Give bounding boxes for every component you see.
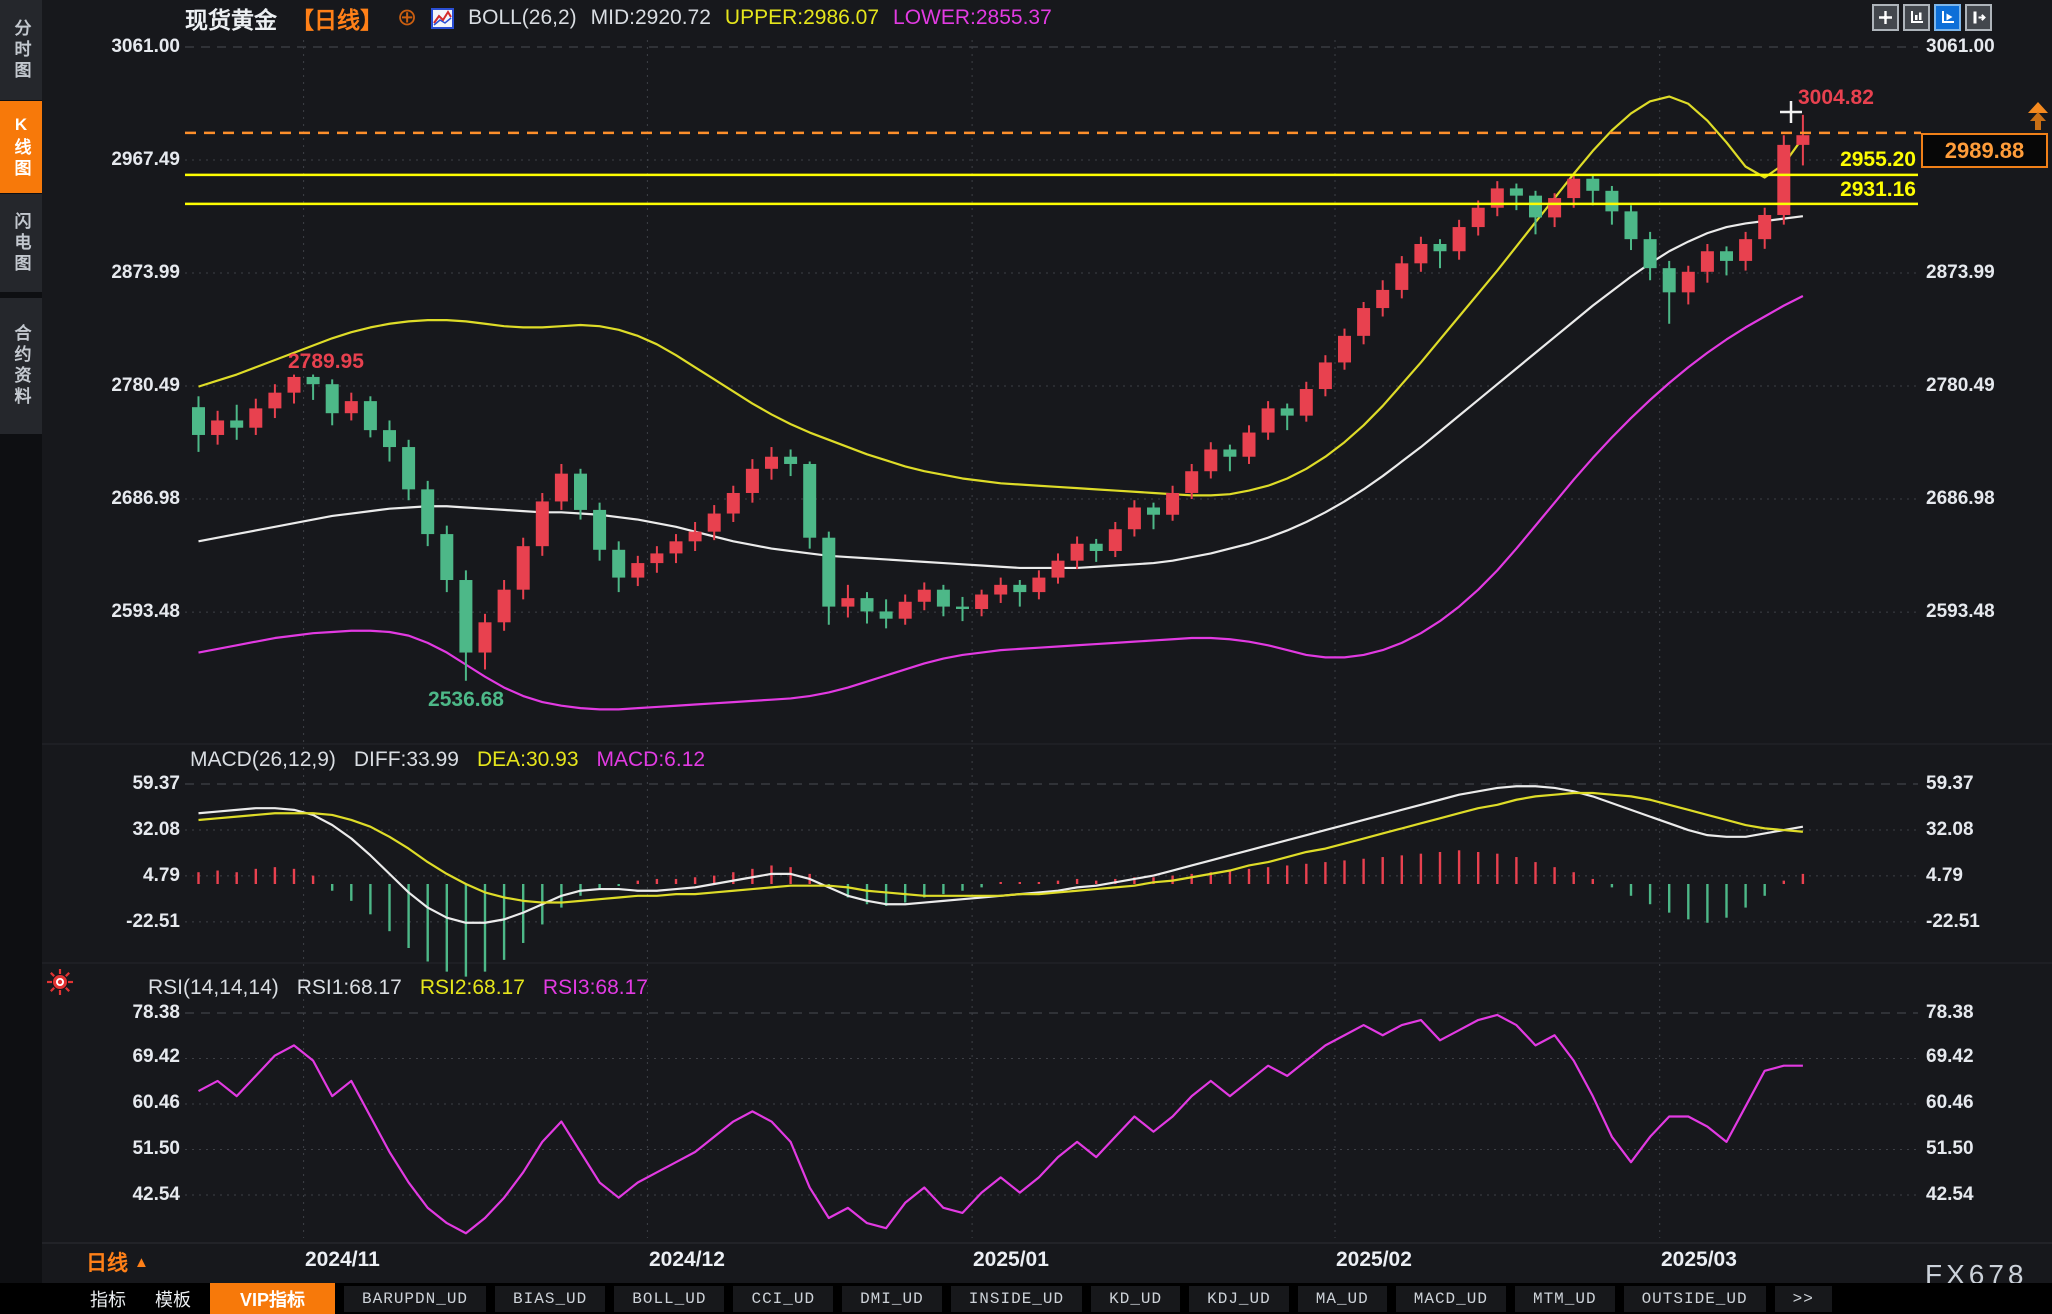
date-label: 2025/02	[1336, 1248, 1412, 1272]
rsi1-value: RSI1:68.17	[297, 976, 402, 1000]
price-axis-label: 3061.00	[1926, 35, 2046, 59]
macd-axis-label: 4.79	[60, 864, 180, 888]
boll-lower-value: LOWER:2855.37	[893, 6, 1052, 30]
date-label: 2025/03	[1661, 1248, 1737, 1272]
tab-kdj-ud[interactable]: KDJ_UD	[1189, 1286, 1289, 1312]
sidebar: 分时图 K线图 闪电图 合约资料	[0, 0, 42, 1314]
price-axis-label: 3061.00	[60, 35, 180, 59]
rsi-axis-label: 69.42	[60, 1045, 180, 1069]
tab-barupdn-ud[interactable]: BARUPDN_UD	[344, 1286, 486, 1312]
rsi-axis-label: 78.38	[1926, 1001, 2046, 1025]
price-axis-label: 2593.48	[1926, 600, 2046, 624]
boll-upper-value: UPPER:2986.07	[725, 6, 879, 30]
rsi-title: RSI(14,14,14)	[148, 976, 279, 1000]
chart-canvas[interactable]	[0, 0, 2052, 1314]
tab-outside-ud[interactable]: OUTSIDE_UD	[1624, 1286, 1766, 1312]
price-axis-label: 2967.49	[60, 148, 180, 172]
boll-mid-value: MID:2920.72	[591, 6, 711, 30]
last-price-box: 2989.88	[1921, 133, 2048, 168]
indicator-tab-bar: 指标 模板 VIP指标 BARUPDN_UD BIAS_UD BOLL_UD C…	[0, 1283, 2052, 1314]
tab-more[interactable]: >>	[1775, 1286, 1832, 1312]
price-axis-label: 2686.98	[60, 487, 180, 511]
macd-axis-label: -22.51	[1926, 910, 2046, 934]
swing-low-label: 2536.68	[400, 688, 532, 712]
price-axis-label: 2780.49	[1926, 374, 2046, 398]
tab-ma-ud[interactable]: MA_UD	[1298, 1286, 1387, 1312]
price-axis-label: 2686.98	[1926, 487, 2046, 511]
mini-chart-icon[interactable]	[431, 8, 454, 29]
macd-title: MACD(26,12,9)	[190, 748, 336, 772]
tab-inside-ud[interactable]: INSIDE_UD	[951, 1286, 1082, 1312]
auto-scale-icon[interactable]	[1934, 4, 1961, 31]
rsi-axis-label: 60.46	[60, 1091, 180, 1115]
tab-boll-ud[interactable]: BOLL_UD	[614, 1286, 724, 1312]
rsi-axis-label: 42.54	[1926, 1183, 2046, 1207]
resistance-label-1: 2955.20	[1790, 148, 1916, 172]
symbol-name: 现货黄金	[185, 1, 277, 35]
resistance-label-2: 2931.16	[1790, 178, 1916, 202]
macd-header: MACD(26,12,9) DIFF:33.99 DEA:30.93 MACD:…	[190, 748, 705, 772]
date-label: 2024/12	[649, 1248, 725, 1272]
rsi3-value: RSI3:68.17	[543, 976, 648, 1000]
date-label: 2025/01	[973, 1248, 1049, 1272]
macd-axis-label: 32.08	[60, 818, 180, 842]
rsi-axis-label: 78.38	[60, 1001, 180, 1025]
sidebar-item-contract-info[interactable]: 合约资料	[0, 298, 42, 434]
chart-header: 现货黄金 【日线】 ⊕ BOLL(26,2) MID:2920.72 UPPER…	[185, 3, 1052, 33]
tab-templates[interactable]: 模板	[145, 1284, 201, 1314]
tab-vip-indicators[interactable]: VIP指标	[210, 1283, 335, 1314]
trading-app: 分时图 K线图 闪电图 合约资料 现货黄金 【日线】 ⊕ BOLL(26,2) …	[0, 0, 2052, 1314]
chart-toolbar	[1872, 4, 1992, 31]
date-label: 2024/11	[305, 1248, 380, 1272]
price-axis-label: 2873.99	[60, 261, 180, 285]
macd-value: MACD:6.12	[597, 748, 706, 772]
rsi-axis-label: 60.46	[1926, 1091, 2046, 1115]
price-axis-label: 2780.49	[60, 374, 180, 398]
price-axis-label: 2873.99	[1926, 261, 2046, 285]
axis-range-icon[interactable]	[1903, 4, 1930, 31]
period-label: 日线	[86, 1247, 128, 1277]
indicator-name: BOLL(26,2)	[468, 6, 577, 30]
rsi-axis-label: 42.54	[60, 1183, 180, 1207]
target-plus-icon[interactable]: ⊕	[397, 8, 417, 28]
sidebar-item-kline[interactable]: K线图	[0, 101, 42, 193]
period-selector[interactable]: 日线 ▲	[86, 1247, 149, 1277]
macd-axis-label: 59.37	[60, 772, 180, 796]
macd-axis-label: 4.79	[1926, 864, 2046, 888]
tab-mtm-ud[interactable]: MTM_UD	[1515, 1286, 1615, 1312]
rsi-axis-label: 51.50	[60, 1137, 180, 1161]
sidebar-item-lightning[interactable]: 闪电图	[0, 194, 42, 292]
macd-diff-value: DIFF:33.99	[354, 748, 459, 772]
rsi2-value: RSI2:68.17	[420, 976, 525, 1000]
triangle-up-icon: ▲	[134, 1254, 149, 1271]
macd-axis-label: 32.08	[1926, 818, 2046, 842]
sidebar-item-timeshare[interactable]: 分时图	[0, 0, 42, 100]
macd-axis-label: 59.37	[1926, 772, 2046, 796]
tab-indicators[interactable]: 指标	[80, 1284, 136, 1314]
macd-axis-label: -22.51	[60, 910, 180, 934]
rsi-header: RSI(14,14,14) RSI1:68.17 RSI2:68.17 RSI3…	[148, 976, 648, 1000]
pan-icon[interactable]	[1872, 4, 1899, 31]
alert-sun-icon[interactable]	[46, 968, 74, 1001]
tab-kd-ud[interactable]: KD_UD	[1091, 1286, 1180, 1312]
tab-bias-ud[interactable]: BIAS_UD	[495, 1286, 605, 1312]
price-up-arrow-icon	[2026, 100, 2050, 137]
macd-dea-value: DEA:30.93	[477, 748, 579, 772]
rsi-axis-label: 69.42	[1926, 1045, 2046, 1069]
price-axis-label: 2593.48	[60, 600, 180, 624]
tab-macd-ud[interactable]: MACD_UD	[1396, 1286, 1506, 1312]
period-tag[interactable]: 【日线】	[291, 1, 383, 35]
nov-peak-label: 2789.95	[288, 350, 364, 374]
swing-high-label: 3004.82	[1798, 86, 1874, 110]
rsi-axis-label: 51.50	[1926, 1137, 2046, 1161]
tab-dmi-ud[interactable]: DMI_UD	[842, 1286, 942, 1312]
page-shift-icon[interactable]	[1965, 4, 1992, 31]
tab-cci-ud[interactable]: CCI_UD	[733, 1286, 833, 1312]
